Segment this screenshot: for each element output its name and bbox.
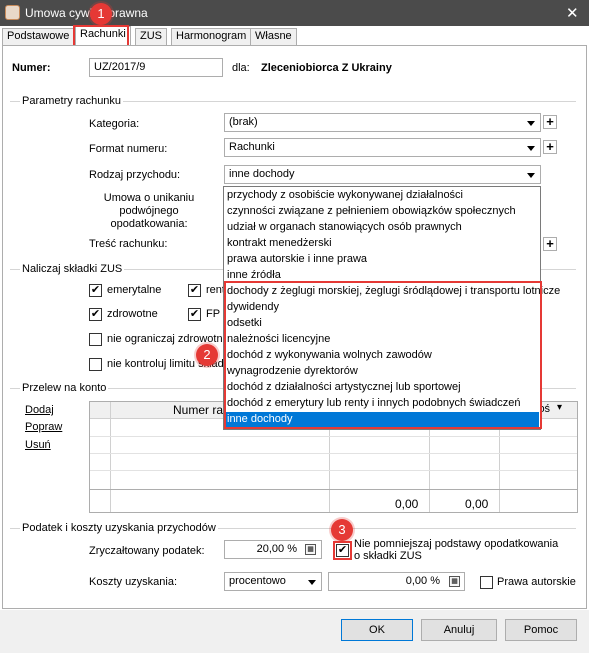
sum-value-2: 0,00 bbox=[465, 497, 489, 511]
rodzaj-value: inne dochody bbox=[229, 168, 295, 180]
fp-label: FP bbox=[206, 308, 221, 320]
koszty-value-input[interactable]: 0,00 % bbox=[328, 572, 465, 591]
dropdown-option[interactable]: kontrakt menedżerski bbox=[226, 236, 539, 252]
zdrowotne-checkbox[interactable]: ✔ bbox=[89, 308, 102, 321]
format-label: Format numeru: bbox=[89, 143, 168, 155]
highlight-dropdown-options bbox=[224, 281, 542, 429]
format-select[interactable]: Rachunki bbox=[224, 138, 541, 157]
nie-ograniczaj-checkbox[interactable] bbox=[89, 333, 102, 346]
tab-harmonogram[interactable]: Harmonogram bbox=[171, 28, 252, 45]
group-title-przelew: Przelew na konto bbox=[20, 382, 109, 394]
add-kategoria-button[interactable]: + bbox=[543, 115, 557, 129]
window-title: Umowa cywilnoprawna bbox=[25, 6, 148, 20]
add-format-button[interactable]: + bbox=[543, 140, 557, 154]
group-title-podatek: Podatek i koszty uzyskania przychodów bbox=[20, 522, 218, 534]
nie-kontroluj-checkbox[interactable] bbox=[89, 358, 102, 371]
dla-label: dla: bbox=[232, 62, 250, 74]
prawa-autorskie-checkbox[interactable] bbox=[480, 576, 493, 589]
dodaj-link[interactable]: Dodaj bbox=[25, 404, 54, 416]
annotation-badge: 2 bbox=[196, 344, 218, 366]
pomoc-button[interactable]: Pomoc bbox=[505, 619, 577, 641]
numer-input[interactable]: UZ/2017/9 bbox=[89, 58, 223, 77]
dropdown-option[interactable]: czynności związane z pełnieniem obowiązk… bbox=[226, 204, 539, 220]
chevron-down-icon bbox=[527, 173, 535, 178]
emerytalne-checkbox[interactable]: ✔ bbox=[89, 284, 102, 297]
emerytalne-label: emerytalne bbox=[107, 284, 162, 296]
chevron-down-icon bbox=[527, 146, 535, 151]
calculator-icon[interactable]: ▦ bbox=[305, 544, 316, 555]
close-icon[interactable]: ✕ bbox=[566, 4, 579, 22]
group-title-parametry: Parametry rachunku bbox=[20, 95, 124, 107]
row-divider bbox=[90, 436, 577, 437]
kategoria-select[interactable]: (brak) bbox=[224, 113, 541, 132]
highlight-checkbox bbox=[333, 541, 352, 560]
row-divider bbox=[90, 470, 577, 471]
usun-link[interactable]: Usuń bbox=[25, 439, 51, 451]
app-icon bbox=[5, 5, 20, 20]
footer-divider bbox=[90, 489, 577, 490]
koszty-type-value: procentowo bbox=[229, 575, 286, 587]
tab-wlasne[interactable]: Własne bbox=[250, 28, 297, 45]
koszty-label: Koszty uzyskania: bbox=[89, 576, 178, 588]
sort-icon: ▾ bbox=[557, 402, 563, 413]
col-divider bbox=[110, 402, 111, 512]
add-tresc-button[interactable]: + bbox=[543, 237, 557, 251]
kategoria-label: Kategoria: bbox=[89, 118, 140, 130]
annotation-badge: 1 bbox=[90, 3, 112, 25]
chevron-down-icon bbox=[527, 121, 535, 126]
contractor-name: Zleceniobiorca Z Ukrainy bbox=[261, 62, 392, 74]
ok-button[interactable]: OK bbox=[341, 619, 413, 641]
umowa-label: Umowa o unikaniu podwójnego opodatkowani… bbox=[103, 192, 195, 230]
kategoria-value: (brak) bbox=[229, 116, 258, 128]
koszty-type-select[interactable]: procentowo bbox=[224, 572, 322, 591]
numer-label: Numer: bbox=[12, 62, 51, 74]
chevron-down-icon bbox=[308, 580, 316, 585]
zryczaltowany-label: Zryczałtowany podatek: bbox=[89, 545, 205, 557]
tresc-label: Treść rachunku: bbox=[89, 238, 168, 250]
rodzaj-select[interactable]: inne dochody bbox=[224, 165, 541, 184]
format-value: Rachunki bbox=[229, 141, 275, 153]
prawa-autorskie-label: Prawa autorskie bbox=[497, 576, 576, 588]
dropdown-option[interactable]: prawa autorskie i inne prawa bbox=[226, 252, 539, 268]
rodzaj-label: Rodzaj przychodu: bbox=[89, 169, 181, 181]
anuluj-button[interactable]: Anuluj bbox=[421, 619, 497, 641]
row-divider bbox=[90, 453, 577, 454]
annotation-badge: 3 bbox=[331, 519, 353, 541]
zdrowotne-label: zdrowotne bbox=[107, 308, 158, 320]
fp-checkbox[interactable]: ✔ bbox=[188, 308, 201, 321]
calculator-icon[interactable]: ▦ bbox=[449, 576, 460, 587]
tab-zus[interactable]: ZUS bbox=[135, 28, 167, 45]
dropdown-option[interactable]: przychody z osobiście wykonywanej działa… bbox=[226, 188, 539, 204]
sum-value-1: 0,00 bbox=[395, 497, 419, 511]
group-title-zus: Naliczaj składki ZUS bbox=[20, 263, 125, 275]
tab-podstawowe[interactable]: Podstawowe bbox=[2, 28, 75, 45]
rentowe-checkbox[interactable]: ✔ bbox=[188, 284, 201, 297]
highlight-rachunki-tab bbox=[73, 25, 129, 47]
dropdown-option[interactable]: udział w organach stanowiących osób praw… bbox=[226, 220, 539, 236]
nie-pomniejszaj-label: Nie pomniejszaj podstawy opodatkowania o… bbox=[354, 538, 559, 562]
popraw-link[interactable]: Popraw bbox=[25, 421, 62, 433]
button-bar bbox=[0, 610, 589, 653]
col-header-numer: Numer ra bbox=[173, 403, 224, 417]
title-bar: Umowa cywilnoprawna ✕ bbox=[0, 0, 589, 26]
